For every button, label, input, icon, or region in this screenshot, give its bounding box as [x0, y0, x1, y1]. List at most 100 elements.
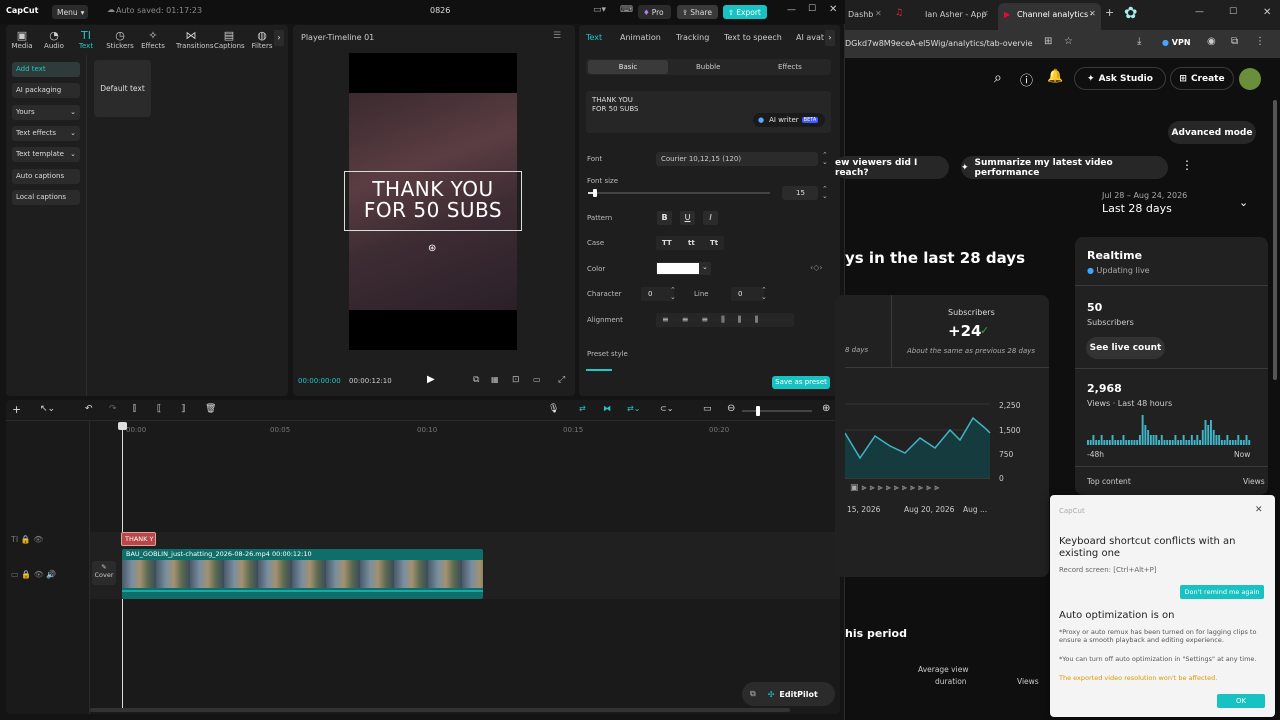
zoom-in-icon[interactable]: ⊕ [822, 403, 830, 414]
tab-text[interactable]: TI Text [71, 29, 101, 50]
tab-ai-avatar[interactable]: AI avat [796, 33, 824, 42]
delete-icon[interactable]: 🗑 [205, 404, 216, 414]
dont-remind-button[interactable]: Don't remind me again [1180, 585, 1264, 599]
extensions-icon[interactable]: ⧉ [1231, 36, 1238, 47]
chevron-down-icon[interactable]: ⌄ [1239, 196, 1248, 209]
add-track-icon[interactable]: + [12, 403, 21, 416]
text-effects-button[interactable]: Text effects ⌄ [12, 126, 80, 141]
add-text-button[interactable]: Add text [12, 62, 80, 77]
link-icon[interactable]: ⧓ [603, 404, 611, 413]
split-icon[interactable]: ⫿ [133, 404, 136, 414]
tab-captions[interactable]: ▤ Captions [214, 29, 245, 50]
trim-left-icon[interactable]: ⟦ [157, 404, 161, 414]
help-icon[interactable]: ⓘ [1020, 70, 1033, 89]
minimize-icon[interactable]: — [1195, 7, 1204, 17]
chip-new-viewers[interactable]: ew viewers did I reach? [835, 156, 949, 179]
url-text[interactable]: DGkd7w8M9eceA-el5Wig/analytics/tab-overv… [845, 39, 1040, 48]
tab-transitions[interactable]: ⋈ Transitions [176, 29, 214, 50]
maximize-icon[interactable]: ☐ [1229, 7, 1237, 17]
underline-button[interactable]: U [680, 211, 695, 225]
case-uppercase-button[interactable]: TT [662, 239, 672, 247]
preset-selected[interactable] [586, 369, 612, 372]
text-selection-box[interactable]: THANK YOU FOR 50 SUBS [344, 171, 522, 231]
ai-packaging-button[interactable]: AI packaging [12, 83, 80, 98]
font-size-slider[interactable] [588, 189, 770, 197]
redo-icon[interactable]: ↷ [109, 404, 117, 414]
tab-dashboard[interactable]: Dashb [848, 10, 873, 19]
advanced-mode-button[interactable]: Advanced mode [1168, 121, 1256, 144]
snapshot-icon[interactable]: ⊡ [512, 375, 520, 385]
line-spacing-input[interactable]: 0 [731, 287, 764, 301]
line-stepper-icon[interactable]: ⌃ ⌄ [761, 287, 767, 301]
vpn-badge[interactable]: ● VPN [1162, 38, 1191, 47]
tab-stickers[interactable]: ◷ Stickers [105, 29, 135, 50]
aspect-icon[interactable]: ▭ [533, 375, 541, 384]
bold-button[interactable]: B [657, 211, 672, 225]
layout-icon[interactable]: ▭▾ [593, 5, 606, 15]
font-stepper-icon[interactable]: ⌃ ⌄ [822, 152, 828, 166]
profile-icon[interactable]: ◉ [1207, 36, 1216, 47]
undo-icon[interactable]: ↶ [85, 404, 93, 414]
video-frame[interactable]: THANK YOU FOR 50 SUBS ⊛ [344, 53, 522, 350]
menu-button[interactable]: Menu ▾ [52, 5, 88, 19]
text-template-button[interactable]: Text template ⌄ [12, 147, 80, 162]
horizontal-scrollbar[interactable] [90, 708, 790, 712]
trim-right-icon[interactable]: ⟧ [181, 404, 185, 414]
tab-close-icon[interactable]: ✕ [1089, 9, 1096, 18]
case-lowercase-button[interactable]: tt [688, 239, 695, 247]
local-captions-button[interactable]: Local captions [12, 190, 80, 205]
zoom-out-icon[interactable]: ⊖ [727, 403, 735, 414]
more-icon[interactable]: ⋮ [1255, 36, 1265, 47]
zoom-slider[interactable] [742, 406, 812, 416]
export-button[interactable]: ⇧ Export [723, 5, 767, 19]
editpilot-button[interactable]: ⧉ ✣ EditPilot [742, 682, 835, 706]
date-label[interactable]: Last 28 days [1102, 202, 1172, 215]
italic-button[interactable]: I [703, 211, 718, 225]
chevron-right-icon[interactable]: › [274, 30, 284, 46]
player-menu-icon[interactable]: ☰ [553, 31, 561, 41]
see-live-count-button[interactable]: See live count [1086, 337, 1165, 359]
default-text-preset[interactable]: Default text [94, 60, 151, 117]
ai-writer-button[interactable]: ● AI writer BETA [753, 113, 825, 127]
quality-icon[interactable]: ▦ [491, 375, 499, 384]
play-icon[interactable]: ▶ [427, 374, 435, 385]
tab-filters[interactable]: ◍ Filters [247, 29, 277, 50]
minimize-icon[interactable]: — [787, 5, 796, 15]
ask-studio-button[interactable]: ✦ Ask Studio [1074, 67, 1166, 90]
pro-button[interactable]: ♦ Pro [638, 5, 671, 19]
rotate-handle-icon[interactable]: ⊛ [428, 243, 436, 254]
yours-button[interactable]: Yours ⌄ [12, 105, 80, 120]
keyframe-icon[interactable]: ‹◇› [810, 263, 823, 272]
tab-text-to-speech[interactable]: Text to speech [724, 33, 782, 42]
notifications-icon[interactable]: 🔔 [1047, 69, 1063, 84]
tab-props-text[interactable]: Text [586, 33, 602, 42]
tab-analytics[interactable]: ▶ Channel analytics - ✕ [998, 3, 1101, 30]
ratio-icon[interactable]: ⧉ [473, 375, 479, 385]
auto-captions-button[interactable]: Auto captions [12, 169, 80, 184]
subtab-bubble[interactable]: Bubble [696, 63, 720, 71]
chip-summarize[interactable]: ✦ Summarize my latest video performance [961, 156, 1168, 179]
close-icon[interactable]: ✕ [829, 4, 837, 15]
close-icon[interactable]: ✕ [1263, 7, 1271, 18]
auto-snap-icon[interactable]: ⊂⌄ [660, 404, 673, 413]
video-markers[interactable]: ▣⫸⫸⫸⫸⫸⫸⫸⫸⫸⫸ [850, 483, 990, 495]
select-tool-icon[interactable]: ↖⌄ [40, 404, 55, 414]
shortcut-icon[interactable]: ⌨ [620, 5, 633, 15]
cover-button[interactable]: ✎ Cover [92, 561, 116, 585]
playhead-handle[interactable] [118, 422, 127, 430]
share-button[interactable]: ⇪ Share [677, 5, 718, 19]
tab-media[interactable]: ▣ Media [7, 29, 37, 50]
chevron-right-icon[interactable]: › [825, 30, 835, 46]
create-button[interactable]: ⊞ Create [1170, 67, 1234, 90]
tab-audio[interactable]: ◔ Audio [39, 29, 69, 50]
subtab-effects[interactable]: Effects [778, 63, 802, 71]
font-size-stepper-icon[interactable]: ⌃ ⌄ [822, 186, 828, 200]
subtab-basic[interactable]: Basic [588, 60, 668, 74]
avatar[interactable] [1239, 68, 1261, 90]
tab-animation[interactable]: Animation [620, 33, 661, 42]
tab-close-icon[interactable]: ✕ [982, 9, 989, 18]
save-as-preset-button[interactable]: Save as preset [772, 376, 830, 389]
install-icon[interactable]: ⊞ [1044, 36, 1052, 47]
ok-button[interactable]: OK [1217, 694, 1265, 708]
more-options-icon[interactable]: ⋮ [1181, 158, 1193, 172]
